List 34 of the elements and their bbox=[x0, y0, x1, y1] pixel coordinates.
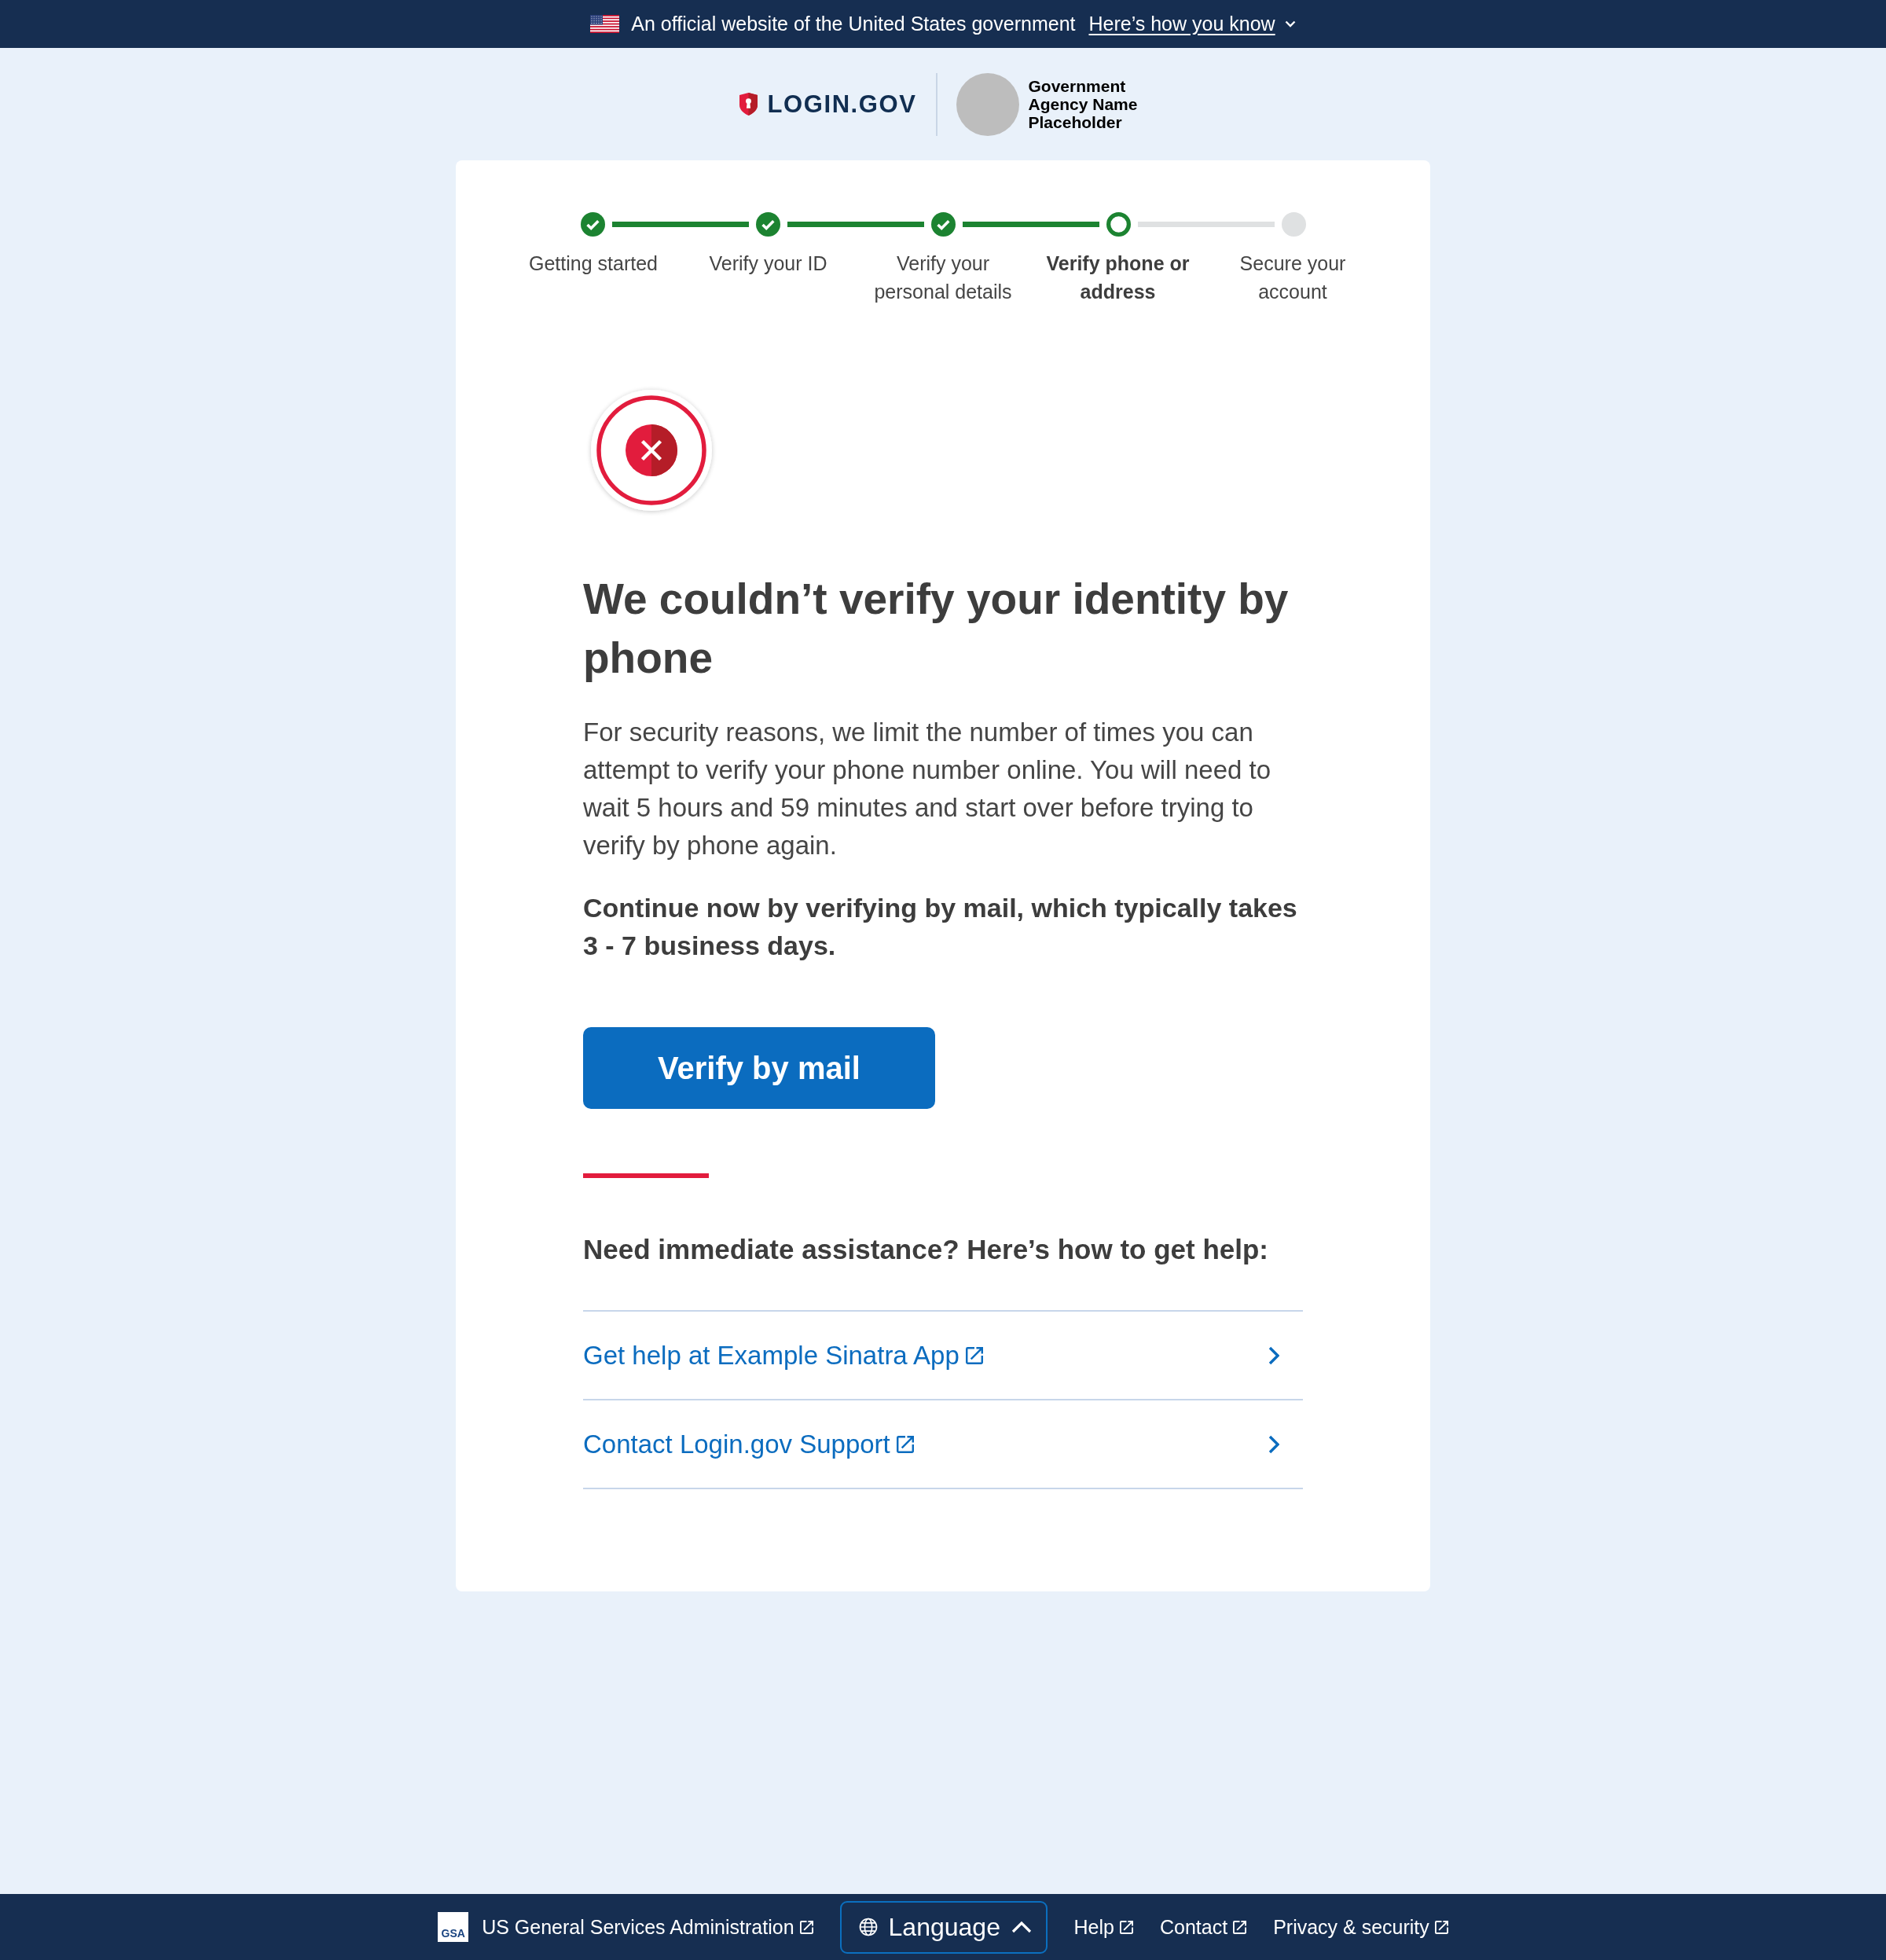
chevron-icon bbox=[1268, 1345, 1279, 1365]
banner-toggle[interactable]: Here’s how you know bbox=[1088, 13, 1296, 35]
external-link-icon bbox=[1120, 1920, 1133, 1934]
external-link-icon bbox=[799, 1920, 813, 1934]
caret-icon bbox=[1011, 1921, 1032, 1933]
support-link[interactable]: Get help at Example Sinatra App bbox=[583, 1340, 983, 1371]
step-label: Verify your ID bbox=[709, 251, 827, 276]
agency-logo: GSA bbox=[438, 1912, 469, 1942]
globe-icon bbox=[858, 1918, 878, 1936]
language-button[interactable]: Language bbox=[839, 1900, 1048, 1954]
step-label: Getting started bbox=[529, 251, 658, 276]
page-heading: We couldn’t verify your identity by phone bbox=[583, 574, 1290, 684]
agency-name: Government Agency Name Placeholder bbox=[1028, 77, 1139, 131]
message-text: For security reasons, we limit the number of times you can attempt to verify your phone number online. You will need to wait 5 hours and 59 minutes and start over before trying to verify by phone again. bbox=[583, 717, 1272, 861]
step-label: Verify phone or address bbox=[1045, 251, 1191, 304]
footer-link[interactable]: Help bbox=[1073, 1915, 1133, 1939]
footer-link[interactable]: Contact bbox=[1160, 1915, 1247, 1939]
footer-link[interactable]: US General Services Administration bbox=[482, 1915, 813, 1939]
footer-link[interactable]: Privacy & security bbox=[1273, 1915, 1448, 1939]
external-link-icon bbox=[1434, 1920, 1448, 1934]
step-label: Verify your personal details bbox=[873, 251, 1013, 304]
instruction-text: Continue now by verifying by mail, which typically takes 3 - 7 business days. bbox=[583, 892, 1298, 962]
shield-icon bbox=[739, 93, 758, 116]
external-link-icon bbox=[896, 1435, 914, 1453]
banner-text: An official website of the United States government bbox=[631, 13, 1076, 35]
chevron-icon bbox=[1268, 1434, 1279, 1454]
external-link-icon bbox=[1233, 1920, 1247, 1934]
flag-icon bbox=[590, 15, 620, 33]
logo-text: LOGIN.GOV bbox=[767, 90, 917, 119]
support-link[interactable]: Contact Login.gov Support bbox=[583, 1429, 914, 1459]
step-label: Secure your account bbox=[1238, 251, 1347, 304]
verify-button[interactable]: Verify by mail bbox=[583, 1027, 935, 1109]
external-link-icon bbox=[965, 1346, 983, 1364]
help-heading: Need immediate assistance? Here’s how to get help: bbox=[583, 1233, 1269, 1266]
